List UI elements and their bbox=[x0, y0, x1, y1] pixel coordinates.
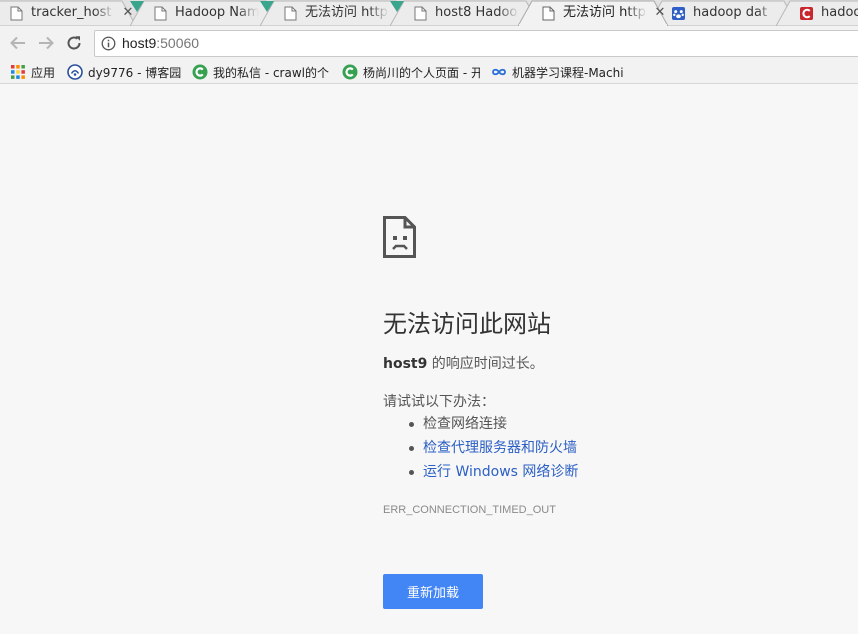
close-icon[interactable]: ✕ bbox=[653, 6, 667, 20]
suggestion-check-network: 检查网络连接 bbox=[405, 414, 578, 438]
arrow-right-icon bbox=[39, 36, 54, 50]
suggestion-check-proxy-link[interactable]: 检查代理服务器和防火墙 bbox=[405, 438, 578, 462]
csdn-icon bbox=[800, 7, 813, 20]
tab-title: 无法访问 http bbox=[563, 5, 646, 20]
suggestion-windows-diagnostics-link[interactable]: 运行 Windows 网络诊断 bbox=[405, 462, 578, 486]
page-icon bbox=[154, 6, 167, 21]
suggestions-list: 检查网络连接 检查代理服务器和防火墙 运行 Windows 网络诊断 bbox=[405, 414, 578, 486]
page-icon bbox=[284, 6, 297, 21]
sad-page-icon bbox=[383, 216, 416, 258]
bookmark-label: 我的私信 - crawl的个 bbox=[213, 65, 329, 80]
reload-toolbar-button[interactable] bbox=[63, 32, 85, 54]
error-host: host9 bbox=[383, 356, 428, 372]
bookmark-ml-course[interactable]: 机器学习课程-Machi bbox=[491, 63, 631, 81]
tab-title: host8 Hadoop bbox=[435, 5, 519, 20]
error-page: 无法访问此网站 host9 的响应时间过长。 请试试以下办法： 检查网络连接 检… bbox=[0, 85, 858, 634]
info-icon[interactable] bbox=[101, 36, 116, 51]
tab-tracker-host[interactable]: tracker_host ✕ bbox=[0, 0, 136, 26]
arrow-left-icon bbox=[10, 36, 25, 50]
bookmark-label: 杨尚川的个人页面 - 开 bbox=[363, 65, 480, 80]
error-description-text: 的响应时间过长。 bbox=[427, 356, 544, 372]
tab-title: tracker_host bbox=[31, 5, 112, 20]
suggestions-heading: 请试试以下办法： bbox=[383, 394, 495, 410]
back-button[interactable] bbox=[7, 32, 29, 54]
tab-hadoop-namenode[interactable]: Hadoop NameNode ✕ bbox=[130, 0, 280, 26]
bookmark-cnblogs[interactable]: dy9776 - 博客园 bbox=[67, 63, 181, 81]
paw-icon bbox=[672, 7, 685, 20]
tab-unreachable-1[interactable]: 无法访问 http ✕ bbox=[260, 0, 410, 26]
bookmark-yangshangchuan[interactable]: 杨尚川的个人页面 - 开 bbox=[342, 63, 480, 81]
address-bar[interactable]: host9:50060 bbox=[94, 30, 858, 57]
bookmark-apps[interactable]: 应用 bbox=[10, 63, 55, 81]
tab-unreachable-active[interactable]: 无法访问 http ✕ bbox=[518, 0, 668, 26]
url-text: host9:50060 bbox=[122, 31, 199, 56]
bookmarks-bar: 应用 dy9776 - 博客园 我的私信 - crawl的个 杨尚川的个人页面 … bbox=[0, 60, 858, 84]
page-icon bbox=[414, 6, 427, 21]
reload-button[interactable]: 重新加载 bbox=[383, 574, 483, 609]
cnblogs-icon bbox=[67, 64, 83, 80]
tab-title: Hadoop NameNode bbox=[175, 5, 259, 20]
green-c-icon bbox=[192, 64, 208, 80]
infinity-icon bbox=[492, 68, 506, 76]
bookmark-crawl[interactable]: 我的私信 - crawl的个 bbox=[192, 63, 330, 81]
bookmark-label: dy9776 - 博客园 bbox=[88, 65, 182, 80]
page-icon bbox=[542, 6, 555, 21]
bookmark-label: 应用 bbox=[31, 65, 56, 80]
error-code: ERR_CONNECTION_TIMED_OUT bbox=[383, 504, 556, 516]
error-title: 无法访问此网站 bbox=[383, 310, 551, 338]
tab-title: 无法访问 http bbox=[305, 5, 388, 20]
url-port: :50060 bbox=[156, 35, 200, 51]
page-icon bbox=[10, 6, 23, 21]
url-host: host9 bbox=[122, 35, 157, 51]
forward-button[interactable] bbox=[35, 32, 57, 54]
tab-strip: tracker_host ✕ Hadoop NameNode ✕ 无法访问 ht… bbox=[0, 0, 858, 26]
apps-grid-icon bbox=[11, 65, 25, 79]
reload-icon bbox=[67, 36, 81, 50]
tab-title: hadoo bbox=[821, 5, 858, 20]
green-c-icon bbox=[342, 64, 358, 80]
bookmark-label: 机器学习课程-Machi bbox=[512, 65, 624, 80]
tab-title: hadoop dat bbox=[693, 5, 768, 20]
error-description: host9 的响应时间过长。 bbox=[383, 353, 544, 373]
tab-hadoop-csdn[interactable]: hadoo bbox=[776, 0, 858, 26]
